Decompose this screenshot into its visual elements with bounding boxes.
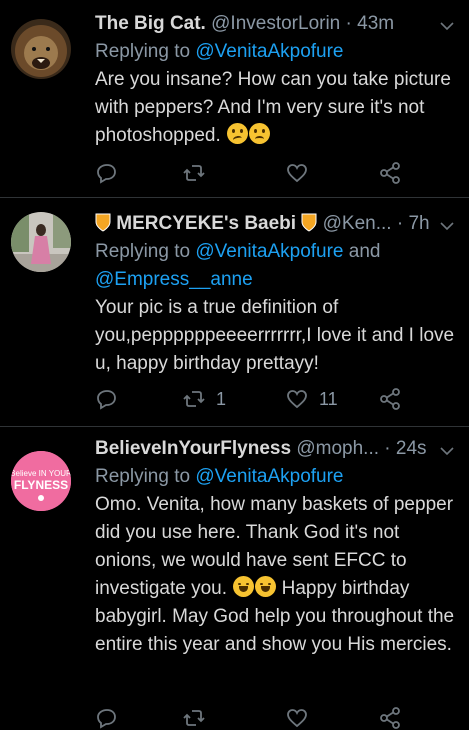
timestamp[interactable]: · 43m xyxy=(346,13,395,34)
tweet-content: BelieveInYourFlyness @moph... · 24s Repl… xyxy=(95,435,455,659)
reply-icon xyxy=(97,390,116,410)
user-handle[interactable]: @Ken... xyxy=(323,213,392,234)
replying-to: Replying to @VenitaAkpofure xyxy=(95,463,455,491)
avatar-text-line1: Believe IN YOUR xyxy=(11,469,71,478)
orange-heart-icon xyxy=(95,213,111,232)
timestamp[interactable]: · 7h xyxy=(397,213,430,234)
chevron-down-icon[interactable] xyxy=(439,215,455,231)
tweet-actions xyxy=(95,161,455,185)
reply-button[interactable] xyxy=(95,706,119,730)
retweet-button[interactable]: 1 xyxy=(182,387,226,411)
replying-to: Replying to @VenitaAkpofure xyxy=(95,38,455,66)
heart-icon xyxy=(287,709,307,728)
tweet-content: The Big Cat. @InvestorLorin · 43m Replyi… xyxy=(95,10,455,150)
confused-face-icon xyxy=(227,123,249,144)
tweet-actions: 1 11 xyxy=(95,387,455,411)
avatar-believeinyourflyness[interactable]: Believe IN YOUR FLYNESS xyxy=(11,451,71,511)
share-button[interactable] xyxy=(378,387,402,411)
tears-of-joy-icon xyxy=(233,576,255,597)
reply-icon xyxy=(97,164,116,184)
tweet-text: Your pic is a true definition of you,pep… xyxy=(95,297,455,374)
retweet-count: 1 xyxy=(216,388,227,409)
share-button[interactable] xyxy=(378,706,402,730)
avatar-text-line2: FLYNESS xyxy=(14,478,68,492)
replying-label: Replying to xyxy=(95,466,196,487)
tweet-content: MERCYEKE's Baebi @Ken... · 7h Replying t… xyxy=(95,210,455,378)
user-handle[interactable]: @InvestorLorin xyxy=(211,13,340,34)
like-button[interactable] xyxy=(285,161,309,185)
tweet-actions xyxy=(95,706,455,730)
replying-label: Replying to xyxy=(95,241,196,262)
avatar-the-big-cat[interactable] xyxy=(11,19,71,79)
tweet-2[interactable]: MERCYEKE's Baebi @Ken... · 7h Replying t… xyxy=(0,198,469,427)
chevron-down-icon[interactable] xyxy=(439,15,455,31)
retweet-icon xyxy=(183,710,205,726)
avatar-mercyeke-baebi[interactable] xyxy=(11,212,71,272)
frowning-face-icon xyxy=(249,123,271,144)
tweet-1[interactable]: The Big Cat. @InvestorLorin · 43m Replyi… xyxy=(0,0,469,198)
share-icon xyxy=(380,162,400,184)
heart-icon xyxy=(287,390,307,409)
mention-link[interactable]: @VenitaAkpofure xyxy=(195,466,343,487)
reply-button[interactable] xyxy=(95,161,119,185)
retweet-button[interactable] xyxy=(182,706,206,730)
tweet-header: The Big Cat. @InvestorLorin · 43m xyxy=(95,10,455,38)
tweet-3[interactable]: Believe IN YOUR FLYNESS BelieveInYourFly… xyxy=(0,427,469,729)
tears-of-joy-icon xyxy=(255,576,277,597)
mention-link[interactable]: @VenitaAkpofure xyxy=(195,41,343,62)
like-count: 11 xyxy=(319,388,338,409)
display-name[interactable]: BelieveInYourFlyness xyxy=(95,438,291,459)
user-handle[interactable]: @moph... xyxy=(296,438,379,459)
display-name[interactable]: MERCYEKE's Baebi xyxy=(116,213,296,234)
chevron-down-icon[interactable] xyxy=(439,440,455,456)
tweet-text: Omo. Venita, how many baskets of pepper … xyxy=(95,491,455,659)
replying-and: and xyxy=(343,241,381,262)
heart-icon xyxy=(287,164,307,183)
like-button[interactable]: 11 xyxy=(285,387,338,411)
tweet-header: BelieveInYourFlyness @moph... · 24s xyxy=(95,435,455,463)
share-icon xyxy=(380,388,400,410)
retweet-icon xyxy=(183,165,205,181)
retweet-button[interactable] xyxy=(182,161,206,185)
tweet-text-span: Are you insane? How can you take picture… xyxy=(95,69,451,146)
replying-to: Replying to @VenitaAkpofure and @Empress… xyxy=(95,238,455,294)
retweet-icon xyxy=(183,391,205,407)
timestamp[interactable]: · 24s xyxy=(384,438,426,459)
reply-icon xyxy=(97,709,116,729)
tweet-header: MERCYEKE's Baebi @Ken... · 7h xyxy=(95,210,455,238)
replying-label: Replying to xyxy=(95,41,196,62)
like-button[interactable] xyxy=(285,706,309,730)
share-button[interactable] xyxy=(378,161,402,185)
tweet-text: Are you insane? How can you take picture… xyxy=(95,66,455,150)
mention-link[interactable]: @VenitaAkpofure xyxy=(195,241,343,262)
orange-heart-icon xyxy=(301,213,317,232)
share-icon xyxy=(380,707,400,729)
reply-button[interactable] xyxy=(95,387,119,411)
display-name[interactable]: The Big Cat. xyxy=(95,13,206,34)
mention-link[interactable]: @Empress__anne xyxy=(95,269,253,290)
